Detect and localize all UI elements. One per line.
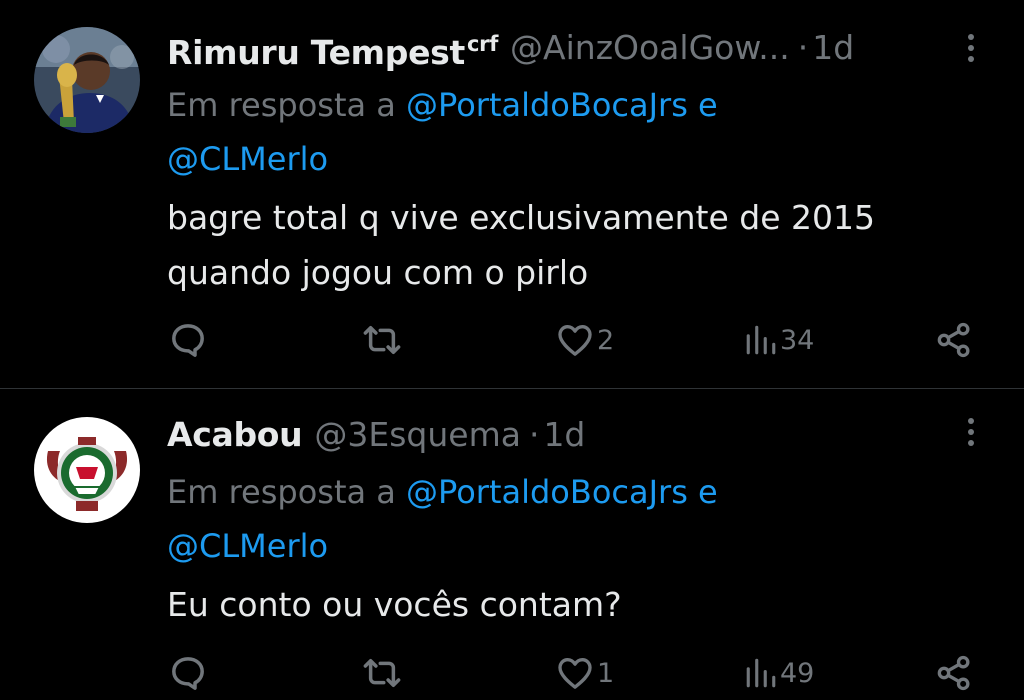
- views-button[interactable]: 34: [744, 318, 814, 362]
- reply-icon: [172, 657, 204, 690]
- views-chart-icon: [746, 658, 776, 688]
- views-button[interactable]: 49: [744, 651, 814, 695]
- like-button[interactable]: 1: [555, 651, 614, 695]
- reply-button[interactable]: [168, 651, 208, 695]
- tweet[interactable]: Acabou @3Esquema · 1d Em resposta a @Por…: [0, 389, 1024, 700]
- reply-prefix: Em resposta a: [167, 473, 396, 511]
- mention-link[interactable]: @PortaldoBocaJrs: [406, 86, 688, 124]
- heart-icon: [558, 658, 592, 689]
- share-icon: [937, 655, 970, 691]
- separator: ·: [797, 28, 809, 67]
- more-options-icon[interactable]: [968, 34, 976, 62]
- tweet-text-line: quando jogou com o pirlo: [167, 253, 589, 292]
- like-count: 2: [597, 324, 615, 356]
- timestamp[interactable]: 1d: [812, 24, 854, 72]
- display-name[interactable]: Acabou: [167, 411, 303, 459]
- mention-joiner: e: [698, 473, 718, 511]
- retweet-icon: [363, 659, 401, 687]
- name-suffix: crf: [466, 31, 499, 56]
- tweet-actions: 1 49: [0, 651, 1024, 695]
- view-count: 34: [780, 324, 815, 356]
- like-count: 1: [597, 657, 615, 689]
- tweet-header: Acabou @3Esquema · 1d: [167, 411, 984, 459]
- reply-context: Em resposta a @PortaldoBocaJrs e @CLMerl…: [167, 465, 984, 573]
- tweet-text: Eu conto ou vocês contam?: [167, 577, 984, 632]
- display-name[interactable]: Rimuru Tempestcrf: [167, 20, 498, 77]
- views-chart-icon: [746, 325, 776, 355]
- tweet-text-line: bagre total q vive exclusivamente de 201…: [167, 198, 875, 237]
- tweet-header: Rimuru Tempestcrf @AinzOoalGow... · 1d: [167, 24, 984, 72]
- reply-icon: [172, 324, 204, 357]
- reply-prefix: Em resposta a: [167, 86, 396, 124]
- avatar[interactable]: [34, 27, 140, 133]
- avatar-photo: [34, 27, 140, 133]
- retweet-button[interactable]: [361, 651, 403, 695]
- tweet-text-line: Eu conto ou vocês contam?: [167, 585, 622, 624]
- user-handle[interactable]: @AinzOoalGow...: [510, 24, 790, 72]
- avatar[interactable]: [34, 417, 140, 523]
- tweet-actions: 2 34: [0, 318, 1024, 362]
- avatar-crest-image: [34, 417, 140, 523]
- more-options-icon[interactable]: [968, 418, 976, 446]
- share-icon: [937, 322, 970, 358]
- retweet-icon: [363, 326, 401, 354]
- share-button[interactable]: [934, 651, 974, 695]
- mention-link[interactable]: @PortaldoBocaJrs: [406, 473, 688, 511]
- mention-joiner: e: [698, 86, 718, 124]
- mention-link[interactable]: @CLMerlo: [167, 527, 328, 565]
- retweet-button[interactable]: [361, 318, 403, 362]
- share-button[interactable]: [934, 318, 974, 362]
- tweet-text: bagre total q vive exclusivamente de 201…: [167, 190, 984, 300]
- heart-icon: [558, 325, 592, 356]
- like-button[interactable]: 2: [555, 318, 614, 362]
- timestamp[interactable]: 1d: [543, 411, 585, 459]
- separator: ·: [528, 415, 540, 454]
- reply-button[interactable]: [168, 318, 208, 362]
- mention-link[interactable]: @CLMerlo: [167, 140, 328, 178]
- tweet[interactable]: Rimuru Tempestcrf @AinzOoalGow... · 1d E…: [0, 0, 1024, 389]
- reply-context: Em resposta a @PortaldoBocaJrs e @CLMerl…: [167, 78, 984, 186]
- view-count: 49: [780, 657, 815, 689]
- user-handle[interactable]: @3Esquema: [314, 411, 521, 459]
